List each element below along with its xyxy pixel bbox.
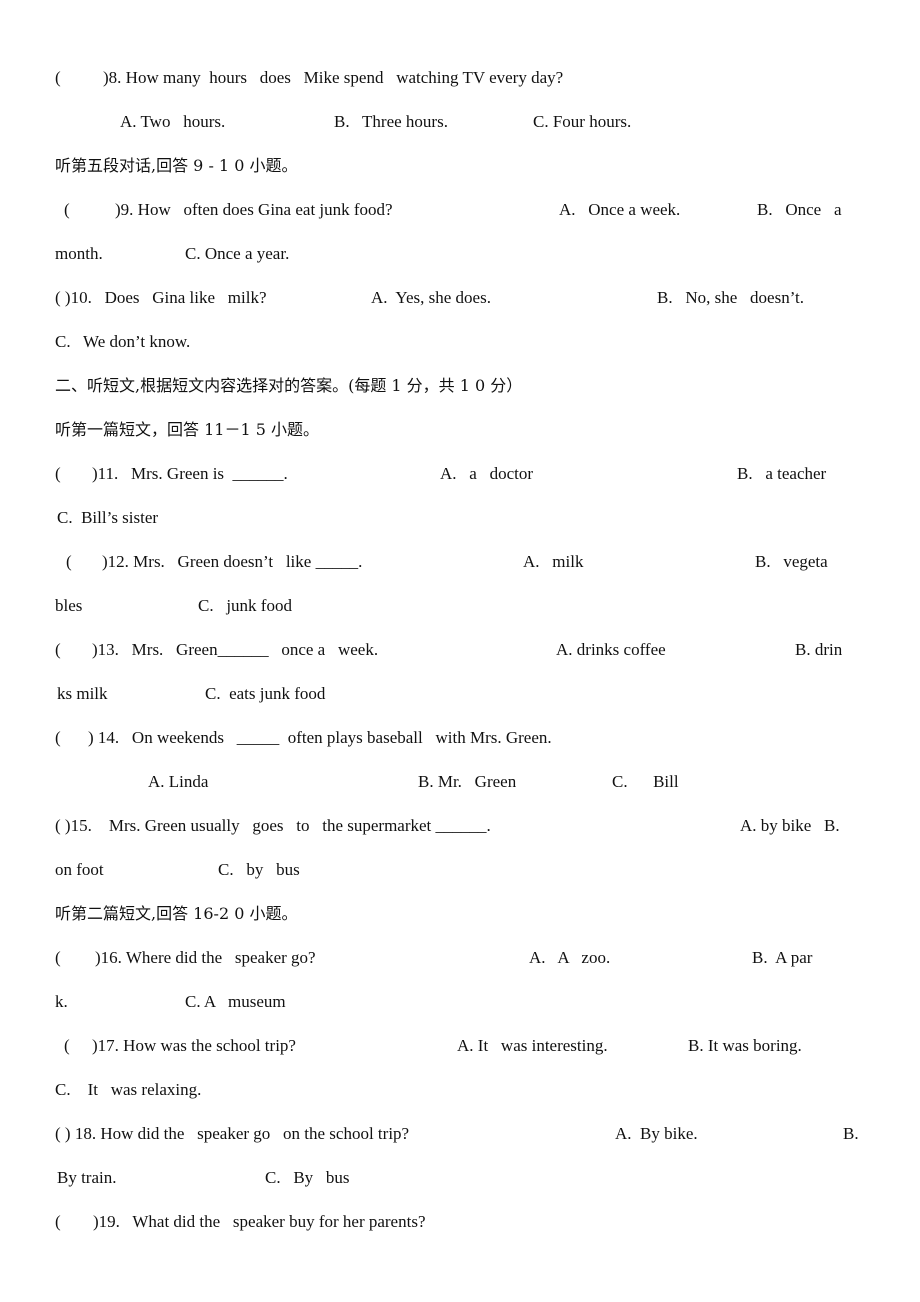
question-text: C. Bill’s sister: [57, 508, 159, 527]
question-text: C. It was relaxing.: [55, 1080, 202, 1099]
answer-option: )16. Where did the speaker go?: [95, 948, 316, 967]
answer-option: C. Bill: [612, 772, 679, 791]
answer-option: B. Three hours.: [334, 112, 448, 131]
question-text: (: [55, 464, 61, 483]
document-line: ( ) 18. How did the speaker go on the sc…: [0, 1119, 920, 1149]
document-line: C. It was relaxing.: [0, 1075, 920, 1105]
question-text: month.: [55, 244, 103, 263]
document-line: ( )16. Where did the speaker go? A. A zoo.…: [0, 943, 920, 973]
answer-option: B. It was boring.: [688, 1036, 802, 1055]
section-heading: 听第二篇短文,回答 16-2 0 小题。: [55, 904, 298, 923]
question-text: bles: [55, 596, 83, 615]
section-heading: 听第一篇短文，回答 11－1 5 小题。: [55, 420, 319, 439]
document-line: ( )10. Does Gina like milk? A. Yes, she d…: [0, 283, 920, 313]
section-heading: 二、听短文,根据短文内容选择对的答案。(每题 1 分，共 1 0 分）: [55, 376, 523, 395]
document-line: k. C. A museum: [0, 987, 920, 1017]
question-text: ( )10. Does Gina like milk?: [55, 288, 267, 307]
question-text: ( ) 18. How did the speaker go on the sc…: [55, 1124, 410, 1143]
question-text: C. We don’t know.: [55, 332, 191, 351]
answer-option: C. A museum: [185, 992, 286, 1011]
answer-option: )11. Mrs. Green is ______.: [92, 464, 288, 483]
answer-option: )9. How often does Gina eat junk food?: [115, 200, 393, 219]
document-line: month. C. Once a year.: [0, 239, 920, 269]
answer-option: B. No, she doesn’t.: [657, 288, 805, 307]
question-text: (: [55, 640, 61, 659]
document-line: ( )11. Mrs. Green is ______. A. a doctor B.…: [0, 459, 920, 489]
question-text: ks milk: [57, 684, 108, 703]
answer-option: A. Once a week.: [559, 200, 681, 219]
answer-option: C. By bus: [265, 1168, 350, 1187]
answer-option: A. Yes, she does.: [371, 288, 491, 307]
question-text: A. Two hours.: [120, 112, 226, 131]
document-line: on foot C. by bus: [0, 855, 920, 885]
section-heading: 听第五段对话,回答 9 - 1 0 小题。: [55, 156, 298, 175]
question-text: on foot: [55, 860, 104, 879]
answer-option: )13. Mrs. Green______ once a week.: [92, 640, 379, 659]
document-line: C. We don’t know.: [0, 327, 920, 357]
answer-option: B. A par: [752, 948, 813, 967]
answer-option: A. By bike.: [615, 1124, 698, 1143]
answer-option: A. A zoo.: [529, 948, 611, 967]
document-line: ( )9. How often does Gina eat junk food? A…: [0, 195, 920, 225]
answer-option: A. a doctor: [440, 464, 534, 483]
answer-option: B. a teacher: [737, 464, 827, 483]
question-text: (: [66, 552, 72, 571]
document-line: ( )15. Mrs. Green usually goes to the su…: [0, 811, 920, 841]
answer-option: B. drin: [795, 640, 843, 659]
question-text: (: [55, 68, 61, 87]
document-line: ( )8. How many hours does Mike spend watc…: [0, 63, 920, 93]
document-line: ( )19. What did the speaker buy for her p…: [0, 1207, 920, 1237]
answer-option: )17. How was the school trip?: [92, 1036, 296, 1055]
question-text: (: [64, 1036, 70, 1055]
question-text: (: [55, 728, 61, 747]
answer-option: C. by bus: [218, 860, 300, 879]
answer-option: C. eats junk food: [205, 684, 326, 703]
document-line: ( )12. Mrs. Green doesn’t like _____. A. m…: [0, 547, 920, 577]
document-line: bles C. junk food: [0, 591, 920, 621]
document-line: A. Linda B. Mr. Green C. Bill: [0, 767, 920, 797]
document-line: 二、听短文,根据短文内容选择对的答案。(每题 1 分，共 1 0 分）: [0, 371, 920, 401]
answer-option: )19. What did the speaker buy for her pa…: [93, 1212, 426, 1231]
answer-option: B. vegeta: [755, 552, 828, 571]
answer-option: B. Mr. Green: [418, 772, 517, 791]
document-line: C. Bill’s sister: [0, 503, 920, 533]
question-text: (: [64, 200, 70, 219]
question-text: (: [55, 1212, 61, 1231]
answer-option: )8. How many hours does Mike spend watch…: [103, 68, 564, 87]
document-line: A. Two hours. B. Three hours. C. Four hour…: [0, 107, 920, 137]
answer-option: C. junk food: [198, 596, 292, 615]
document-line: ( )17. How was the school trip? A. It was …: [0, 1031, 920, 1061]
question-text: k.: [55, 992, 68, 1011]
answer-option: B. Once a: [757, 200, 842, 219]
answer-option: C. Once a year.: [185, 244, 290, 263]
answer-option: A. drinks coffee: [556, 640, 666, 659]
document-line: 听第二篇短文,回答 16-2 0 小题。: [0, 899, 920, 929]
answer-option: )12. Mrs. Green doesn’t like _____.: [102, 552, 363, 571]
document-line: By train. C. By bus: [0, 1163, 920, 1193]
answer-option: C. Four hours.: [533, 112, 632, 131]
answer-option: ) 14. On weekends _____ often plays base…: [88, 728, 552, 747]
document-line: 听第五段对话,回答 9 - 1 0 小题。: [0, 151, 920, 181]
question-text: By train.: [57, 1168, 117, 1187]
document-line: ks milk C. eats junk food: [0, 679, 920, 709]
question-text: A. Linda: [148, 772, 209, 791]
answer-option: B.: [843, 1124, 859, 1143]
document-line: ( )13. Mrs. Green______ once a week. A. dr…: [0, 635, 920, 665]
question-text: (: [55, 948, 61, 967]
document-page: ( )8. How many hours does Mike spend watc…: [0, 0, 920, 1302]
document-line: 听第一篇短文，回答 11－1 5 小题。: [0, 415, 920, 445]
document-line: ( ) 14. On weekends _____ often plays bas…: [0, 723, 920, 753]
answer-option: A. milk: [523, 552, 584, 571]
answer-option: A. by bike B.: [740, 816, 840, 835]
question-text: ( )15. Mrs. Green usually goes to the su…: [55, 816, 491, 835]
answer-option: A. It was interesting.: [457, 1036, 608, 1055]
